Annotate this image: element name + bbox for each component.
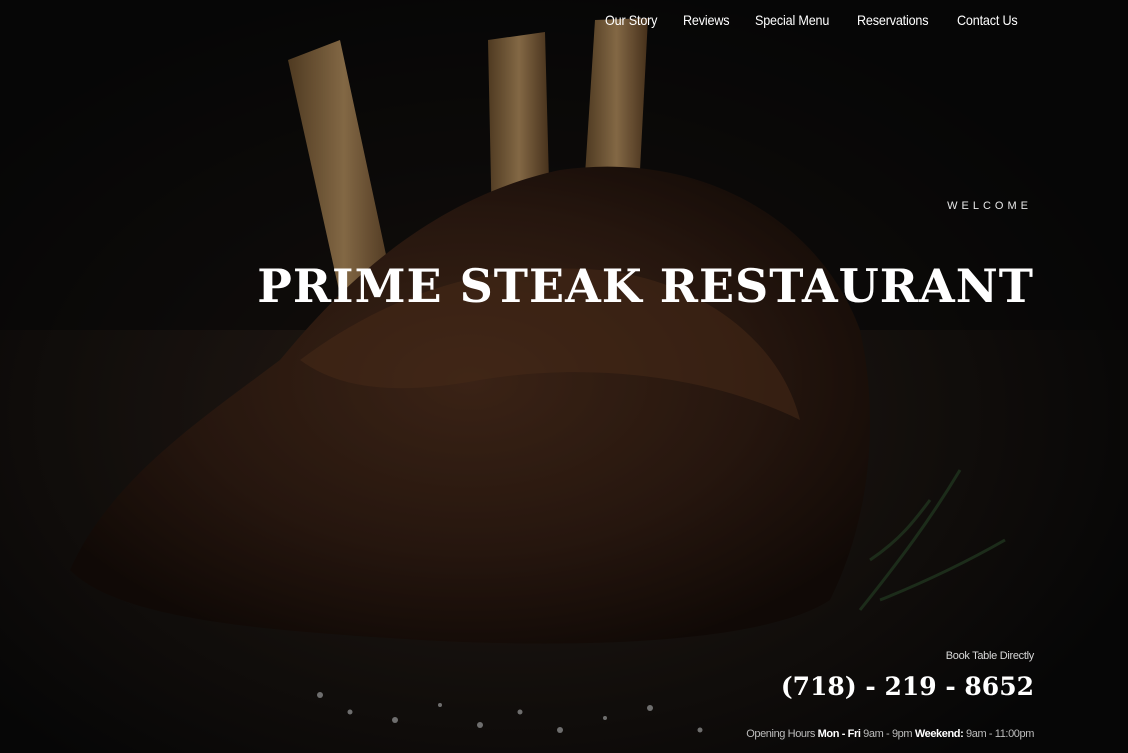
hours-label: Opening Hours <box>746 728 816 740</box>
nav-reservations[interactable]: Reservations <box>857 12 929 28</box>
book-table-label: Book Table Directly <box>945 650 1035 662</box>
nav-reviews[interactable]: Reviews <box>683 12 730 28</box>
weekend-time: 9am - 11:00pm <box>966 728 1034 740</box>
opening-hours: Opening Hours Mon - Fri 9am - 9pm Weeken… <box>746 728 1034 740</box>
hero-eyebrow: WELCOME <box>947 200 1032 212</box>
main-nav: Our Story Reviews Special Menu Reservati… <box>605 12 1024 28</box>
weekday-label: Mon - Fri <box>817 728 861 740</box>
page-title: PRIME STEAK RESTAURANT <box>257 258 1034 313</box>
nav-special-menu[interactable]: Special Menu <box>755 12 829 28</box>
phone-link[interactable]: (718) - 219 - 8652 <box>781 672 1034 701</box>
weekend-label: Weekend: <box>914 728 964 740</box>
nav-contact-us[interactable]: Contact Us <box>957 12 1018 28</box>
weekday-time: 9am - 9pm <box>863 728 913 740</box>
nav-our-story[interactable]: Our Story <box>605 12 657 28</box>
hero-background-image <box>0 0 1128 753</box>
